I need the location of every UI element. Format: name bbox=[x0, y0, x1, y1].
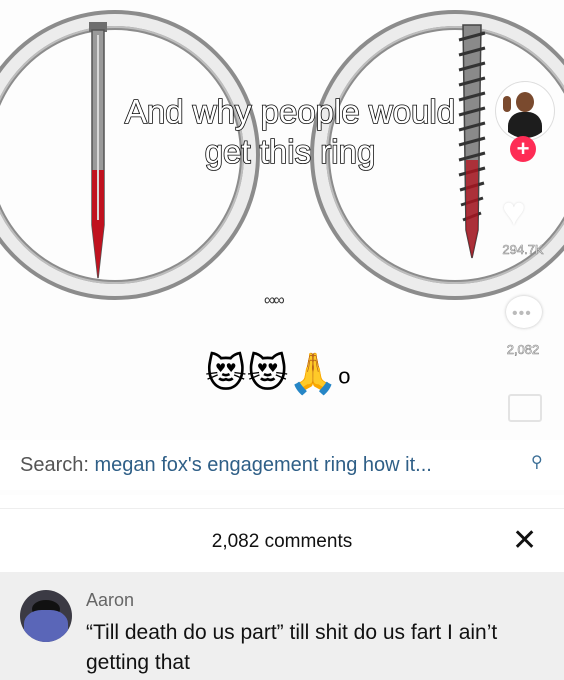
comment-count: 2,082 bbox=[506, 342, 540, 358]
comments-header: 2,082 comments ✕ bbox=[0, 510, 564, 570]
video-player[interactable]: And why people would get this ring ∞∞ 😻😻… bbox=[0, 0, 564, 495]
search-text[interactable]: Search: megan fox's engagement ring how … bbox=[20, 454, 432, 477]
comments-count-title: 2,082 comments bbox=[211, 531, 353, 552]
like-count: 294.7K bbox=[502, 242, 544, 258]
search-icon[interactable]: ⚲ bbox=[531, 452, 543, 472]
comment-item: Aaron “Till death do us part” till shit … bbox=[0, 572, 564, 680]
divider bbox=[0, 508, 564, 509]
follow-plus-icon[interactable]: + bbox=[510, 136, 536, 162]
comment-dots: ••• bbox=[512, 305, 532, 322]
search-query: megan fox's engagement ring how it... bbox=[94, 454, 432, 476]
comment-text: “Till death do us part” till shit do us … bbox=[86, 621, 498, 674]
emoji-tail: o bbox=[338, 363, 351, 389]
close-icon[interactable]: ✕ bbox=[512, 526, 537, 556]
heart-icon[interactable]: ♥ bbox=[502, 190, 526, 235]
caption-line-1: And why people would bbox=[124, 92, 456, 131]
emoji-text: 😻😻🙏 bbox=[205, 352, 339, 396]
avatar[interactable] bbox=[20, 590, 72, 642]
emoji-row: 😻😻🙏o bbox=[205, 352, 350, 398]
link-icon: ∞∞ bbox=[264, 292, 285, 309]
creator-avatar[interactable] bbox=[496, 82, 554, 140]
caption-line-2: get this ring bbox=[204, 132, 376, 171]
search-suggestion-bar[interactable]: Search: megan fox's engagement ring how … bbox=[0, 440, 564, 490]
video-caption: And why people would get this ring bbox=[70, 92, 510, 172]
share-icon[interactable] bbox=[508, 394, 542, 422]
comment-author[interactable]: Aaron bbox=[86, 590, 134, 611]
search-label: Search: bbox=[20, 454, 89, 476]
comment-icon[interactable]: ••• bbox=[506, 296, 542, 328]
